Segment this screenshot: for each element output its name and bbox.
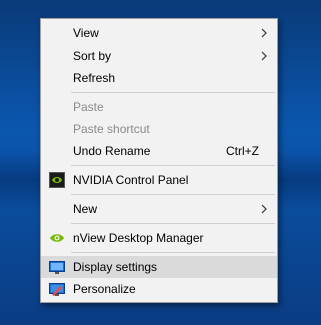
menu-item-nvidia-control-panel[interactable]: NVIDIA Control Panel bbox=[41, 169, 277, 191]
menu-separator bbox=[71, 194, 275, 195]
nvidia-icon bbox=[50, 234, 64, 242]
menu-item-paste[interactable]: Paste bbox=[41, 96, 277, 118]
menu-item-view[interactable]: View bbox=[41, 22, 277, 44]
menu-item-label: Undo Rename bbox=[73, 144, 151, 158]
menu-separator bbox=[71, 92, 275, 93]
personalize-icon bbox=[49, 283, 65, 296]
menu-separator bbox=[71, 223, 275, 224]
shortcut-label: Ctrl+Z bbox=[226, 144, 259, 158]
menu-item-label: Paste shortcut bbox=[73, 122, 150, 136]
menu-item-new[interactable]: New bbox=[41, 198, 277, 220]
menu-item-nview-desktop-manager[interactable]: nView Desktop Manager bbox=[41, 227, 277, 249]
menu-item-label: NVIDIA Control Panel bbox=[73, 173, 189, 187]
menu-item-sort-by[interactable]: Sort by bbox=[41, 45, 277, 67]
nvidia-icon bbox=[49, 172, 65, 188]
chevron-right-icon bbox=[261, 28, 267, 38]
menu-item-refresh[interactable]: Refresh bbox=[41, 67, 277, 89]
menu-item-label: nView Desktop Manager bbox=[73, 231, 204, 245]
desktop-context-menu: View Sort by Refresh Paste Paste shortcu… bbox=[40, 18, 278, 303]
menu-item-personalize[interactable]: Personalize bbox=[41, 278, 277, 300]
display-icon bbox=[49, 261, 65, 274]
chevron-right-icon bbox=[261, 51, 267, 61]
chevron-right-icon bbox=[261, 204, 267, 214]
menu-item-label: Display settings bbox=[73, 260, 158, 274]
menu-item-label: New bbox=[73, 202, 98, 216]
menu-item-label: Refresh bbox=[73, 71, 116, 85]
menu-separator bbox=[71, 165, 275, 166]
menu-item-label: Sort by bbox=[73, 49, 112, 63]
menu-item-undo-rename[interactable]: Undo Rename Ctrl+Z bbox=[41, 140, 277, 162]
menu-item-display-settings[interactable]: Display settings bbox=[41, 256, 277, 278]
menu-item-label: Paste bbox=[73, 100, 104, 114]
menu-item-label: Personalize bbox=[73, 282, 136, 296]
menu-item-label: View bbox=[73, 26, 99, 40]
menu-separator bbox=[71, 252, 275, 253]
menu-item-paste-shortcut[interactable]: Paste shortcut bbox=[41, 118, 277, 140]
